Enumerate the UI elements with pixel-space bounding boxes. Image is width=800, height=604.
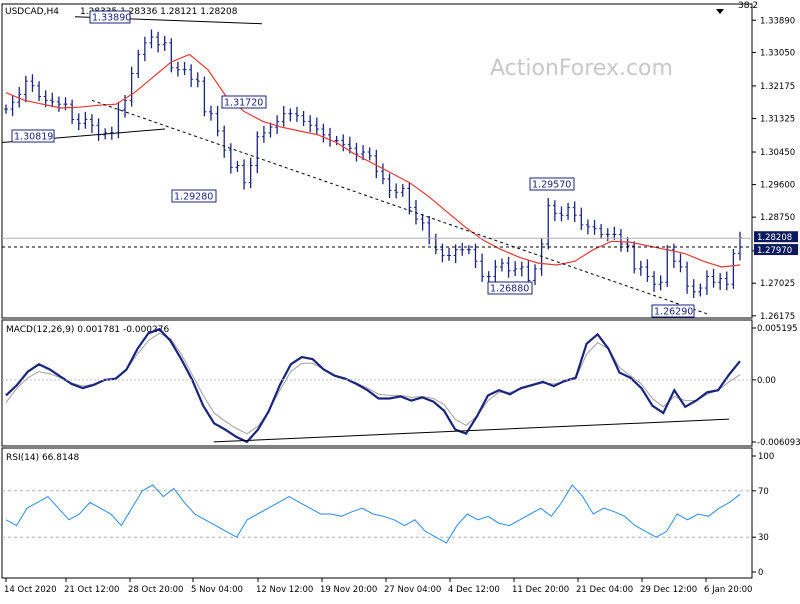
macd-title: MACD(12,26,9) 0.001781 -0.000276 (6, 325, 169, 335)
price-label: 1.31720 (224, 98, 263, 109)
x-tick-label: 5 Nov 04:00 (191, 585, 243, 595)
price-y-tick-label: 1.30450 (760, 148, 795, 158)
corner-value: 38.2 (738, 1, 758, 11)
price-y-tick-label: 1.33890 (760, 16, 795, 26)
x-tick-label: 4 Dec 12:00 (448, 585, 500, 595)
price-y-tick-label: 1.29600 (760, 181, 795, 191)
x-tick-label: 29 Dec 12:00 (640, 585, 697, 595)
price-y-tick-label: 1.27025 (760, 279, 795, 289)
price-label: 1.29280 (174, 192, 213, 203)
price-axis-highlight-label: 1.28208 (757, 233, 792, 243)
price-y-tick-label: 1.26175 (760, 312, 795, 322)
price-y-tick-label: 1.31325 (760, 115, 795, 125)
macd-y-tick-label: -0.006093 (757, 438, 800, 448)
price-label: 1.33890 (92, 13, 131, 24)
x-tick-label: 6 Jan 20:00 (704, 585, 752, 595)
chart-symbol: USDCAD,H4 (5, 7, 59, 17)
price-y-tick-label: 1.33050 (760, 48, 795, 58)
x-tick-label: 28 Oct 20:00 (128, 585, 183, 595)
rsi-y-tick-label: 100 (758, 452, 774, 462)
macd-y-tick-label: 0.005195 (757, 324, 798, 334)
x-tick-label: 21 Dec 04:00 (576, 585, 633, 595)
rsi-y-tick-label: 0 (758, 568, 763, 578)
rsi-title: RSI(14) 66.8148 (6, 453, 79, 463)
price-label: 1.26880 (490, 284, 529, 295)
price-label: 1.30819 (14, 132, 53, 143)
price-y-tick-label: 1.28750 (760, 213, 795, 223)
price-panel (1, 3, 753, 319)
price-label: 1.26290 (654, 307, 693, 318)
macd-y-tick-label: 0.00 (757, 376, 776, 386)
chart-window: ActionForex.com USDCAD,H4 1.28335 1.2833… (0, 0, 800, 600)
watermark: ActionForex.com (490, 56, 673, 81)
price-label: 1.29570 (532, 180, 571, 191)
price-y-tick-label: 1.32175 (760, 82, 795, 92)
x-tick-label: 27 Nov 04:00 (384, 585, 441, 595)
x-tick-label: 21 Oct 12:00 (64, 585, 119, 595)
price-axis-highlight-label: 1.27970 (757, 246, 792, 256)
chart-svg: ActionForex.com USDCAD,H4 1.28335 1.2833… (1, 1, 800, 595)
x-tick-label: 11 Dec 20:00 (512, 585, 569, 595)
x-tick-label: 19 Nov 20:00 (320, 585, 377, 595)
x-tick-label: 12 Nov 12:00 (256, 585, 313, 595)
rsi-y-tick-label: 70 (758, 487, 769, 497)
rsi-panel (1, 447, 753, 579)
rsi-y-tick-label: 30 (758, 533, 769, 543)
x-tick-label: 14 Oct 2020 (4, 585, 57, 595)
